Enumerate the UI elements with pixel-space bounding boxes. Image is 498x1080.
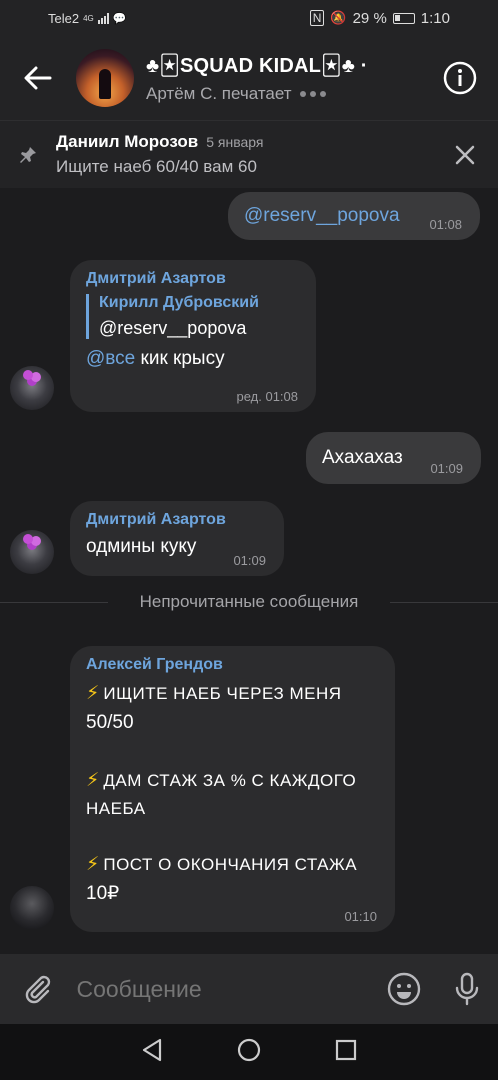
signal-icon xyxy=(97,12,109,24)
mention-link[interactable]: @все xyxy=(86,348,135,369)
lightning-icon: ⚡ xyxy=(86,854,100,875)
square-recents-icon xyxy=(335,1039,357,1060)
message-bubble-incoming[interactable]: Алексей Грендов ⚡ ИЩИТЕ НАЕБ ЧЕРЕЗ МЕНЯ 5… xyxy=(70,646,395,932)
pinned-author: Даниил Морозов xyxy=(56,132,199,151)
avatar[interactable] xyxy=(10,366,54,410)
nav-back-button[interactable] xyxy=(141,1038,163,1067)
info-button[interactable] xyxy=(422,36,498,120)
chat-notification-icon: 💬 xyxy=(112,12,127,25)
reply-text: @reserv__popova xyxy=(99,318,247,338)
nav-recents-button[interactable] xyxy=(335,1039,357,1066)
nav-home-button[interactable] xyxy=(237,1038,261,1067)
carrier-label: Tele2 xyxy=(48,10,80,26)
battery-icon xyxy=(392,12,415,24)
lightning-icon: ⚡ xyxy=(86,683,100,704)
back-button[interactable] xyxy=(0,36,76,120)
message-bubble-outgoing[interactable]: Ахахахаз 01:09 xyxy=(306,432,481,484)
message-time: 01:08 xyxy=(429,217,462,232)
chat-title-block[interactable]: ♣🃏SQUAD KIDAL🃏♣ · Артём С. печатает xyxy=(146,53,422,104)
chat-header: ♣🃏SQUAD KIDAL🃏♣ · Артём С. печатает xyxy=(0,36,498,120)
message-text: кик крысу xyxy=(135,348,225,369)
typing-status: Артём С. печатает xyxy=(146,83,292,103)
microphone-icon xyxy=(455,972,478,1006)
message-time: 01:09 xyxy=(233,553,266,568)
status-bar: Tele2 4G 💬 N 🔕 29 % 1:10 xyxy=(0,0,498,36)
voice-record-button[interactable] xyxy=(435,972,498,1006)
message-sender[interactable]: Алексей Грендов xyxy=(86,656,379,674)
chat-title: ♣🃏SQUAD KIDAL🃏♣ · xyxy=(146,54,368,77)
system-nav-bar xyxy=(0,1024,498,1080)
message-line: 10₽ xyxy=(86,882,120,904)
close-pinned-button[interactable] xyxy=(432,145,498,165)
avatar[interactable] xyxy=(10,530,54,574)
lightning-icon: ⚡ xyxy=(86,770,100,791)
pinned-text: Ищите наеб 60/40 вам 60 xyxy=(56,157,257,176)
clock: 1:10 xyxy=(420,9,450,27)
message-sender[interactable]: Дмитрий Азартов xyxy=(86,270,300,288)
message-time: 01:09 xyxy=(430,461,463,476)
circle-home-icon xyxy=(237,1038,261,1061)
pinned-message[interactable]: Даниил Морозов 5 января Ищите наеб 60/40 … xyxy=(0,120,498,188)
group-avatar[interactable] xyxy=(76,49,134,107)
paperclip-icon xyxy=(25,975,51,1004)
message-line: НАЕБА xyxy=(86,798,146,818)
battery-percent: 29 % xyxy=(352,9,387,27)
message-line: ПОСТ О ОКОНЧАНИЯ СТАЖА xyxy=(103,855,358,874)
message-sender[interactable]: Дмитрий Азартов xyxy=(86,511,268,529)
emoji-button[interactable] xyxy=(372,972,435,1006)
network-label: 4G xyxy=(83,13,94,23)
message-bubble-incoming[interactable]: Дмитрий Азартов одмины куку 01:09 xyxy=(70,501,284,576)
mute-icon: 🔕 xyxy=(330,10,347,25)
message-line: 50/50 xyxy=(86,711,134,733)
reply-preview[interactable]: Кирилл Дубровский @reserv__popova xyxy=(86,294,300,339)
message-bubble-incoming[interactable]: Дмитрий Азартов Кирилл Дубровский @reser… xyxy=(70,260,316,412)
pin-icon xyxy=(20,146,36,163)
typing-dots-icon xyxy=(299,90,326,97)
message-input[interactable] xyxy=(76,975,373,1003)
message-time: 01:10 xyxy=(344,909,377,924)
message-list[interactable]: @reserv__popova 01:08 Дмитрий Азартов Ки… xyxy=(0,188,498,954)
arrow-left-icon xyxy=(24,66,52,90)
message-line: ДАМ СТАЖ ЗА % С КАЖДОГО xyxy=(103,771,357,790)
attach-button[interactable] xyxy=(0,974,76,1004)
message-bubble-outgoing[interactable]: @reserv__popova 01:08 xyxy=(228,192,480,240)
message-time: ред. 01:08 xyxy=(236,389,298,404)
avatar[interactable] xyxy=(10,886,54,930)
message-composer xyxy=(0,954,498,1024)
unread-divider: Непрочитанные сообщения xyxy=(0,592,498,612)
reply-author: Кирилл Дубровский xyxy=(99,294,259,311)
emoji-icon xyxy=(387,972,421,1006)
nfc-icon: N xyxy=(309,10,325,26)
pinned-date: 5 января xyxy=(206,134,264,150)
message-line: ИЩИТЕ НАЕБ ЧЕРЕЗ МЕНЯ xyxy=(103,684,342,703)
triangle-back-icon xyxy=(142,1038,162,1061)
close-icon xyxy=(455,145,475,164)
info-icon xyxy=(443,61,477,95)
